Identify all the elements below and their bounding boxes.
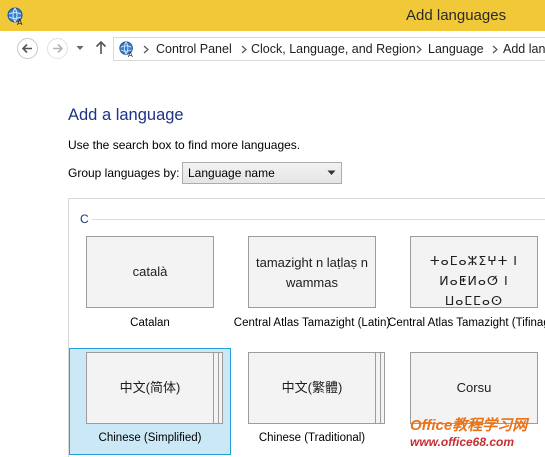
tile-native-name: Corsu (456, 380, 492, 395)
up-arrow-icon[interactable] (95, 40, 107, 55)
group-by-value: Language name (188, 166, 275, 180)
title-bar: A Add languages (0, 0, 545, 31)
watermark-url: www.office68.com (410, 435, 515, 449)
tile-caption: Chinese (Traditional) (258, 432, 366, 444)
chevron-right-icon[interactable] (492, 45, 498, 54)
page-title: Add a language (68, 106, 184, 124)
back-arrow-icon (21, 43, 32, 54)
breadcrumb-clock-language-region[interactable]: Clock, Language, and Region (251, 42, 416, 56)
tile-face[interactable]: ⵜⴰⵎⴰⵣⵉⵖⵜ ⵏ ⵍⴰⵟⵍⴰⵚ ⵏ ⵡⴰⵎⵎⴰⵙ (410, 236, 538, 308)
language-globe-icon: A (119, 41, 133, 58)
tile-face[interactable]: català (86, 236, 214, 308)
breadcrumb-control-panel[interactable]: Control Panel (156, 42, 232, 56)
group-by-label: Group languages by: (68, 166, 180, 180)
tile-caption: Central Atlas Tamazight (Tifinagh) (388, 317, 545, 329)
tile-native-name: ⵜⴰⵎⴰⵣⵉⵖⵜ ⵏ ⵍⴰⵟⵍⴰⵚ ⵏ ⵡⴰⵎⵎⴰⵙ (430, 253, 518, 308)
chevron-right-icon[interactable] (416, 45, 422, 54)
svg-text:A: A (17, 18, 23, 26)
letter-group-divider (92, 219, 545, 220)
tile-native-name: 中文(简体) (119, 380, 181, 395)
breadcrumb-language[interactable]: Language (428, 42, 484, 56)
language-globe-icon: A (7, 7, 23, 26)
svg-text:A: A (128, 50, 133, 58)
chevron-right-icon[interactable] (143, 45, 149, 54)
address-bar[interactable]: A Control Panel Clock, Language, and Reg… (113, 37, 545, 61)
back-button[interactable] (17, 38, 38, 59)
language-tile-chinese-simplified[interactable]: 中文(简体) Chinese (Simplified) (69, 348, 231, 455)
forward-button[interactable] (47, 38, 68, 59)
chevron-down-icon (327, 170, 336, 175)
search-hint: Use the search box to find more language… (68, 138, 301, 152)
navigation-bar: A Control Panel Clock, Language, and Reg… (0, 31, 545, 67)
tile-face[interactable]: 中文(简体) (86, 352, 214, 424)
tile-face[interactable]: tamazight n laṭlaṣ n wammas (248, 236, 376, 308)
watermark-title: Office教程学习网 (410, 417, 528, 434)
letter-group-header: C (80, 212, 89, 226)
window-title: Add languages (406, 7, 507, 24)
chevron-down-icon[interactable] (76, 45, 84, 51)
tile-native-name: 中文(繁體) (281, 380, 343, 395)
forward-arrow-icon (53, 43, 64, 54)
chevron-right-icon[interactable] (241, 45, 247, 54)
tile-face[interactable]: 中文(繁體) (248, 352, 376, 424)
site-watermark: Office教程学习网 www.office68.com (396, 412, 545, 457)
tile-native-name: tamazight n laṭlaṣ n wammas (255, 255, 368, 290)
tile-native-name: català (132, 264, 168, 279)
breadcrumb-add-languages[interactable]: Add lan (503, 42, 545, 56)
group-by-dropdown[interactable]: Language name (182, 162, 342, 184)
